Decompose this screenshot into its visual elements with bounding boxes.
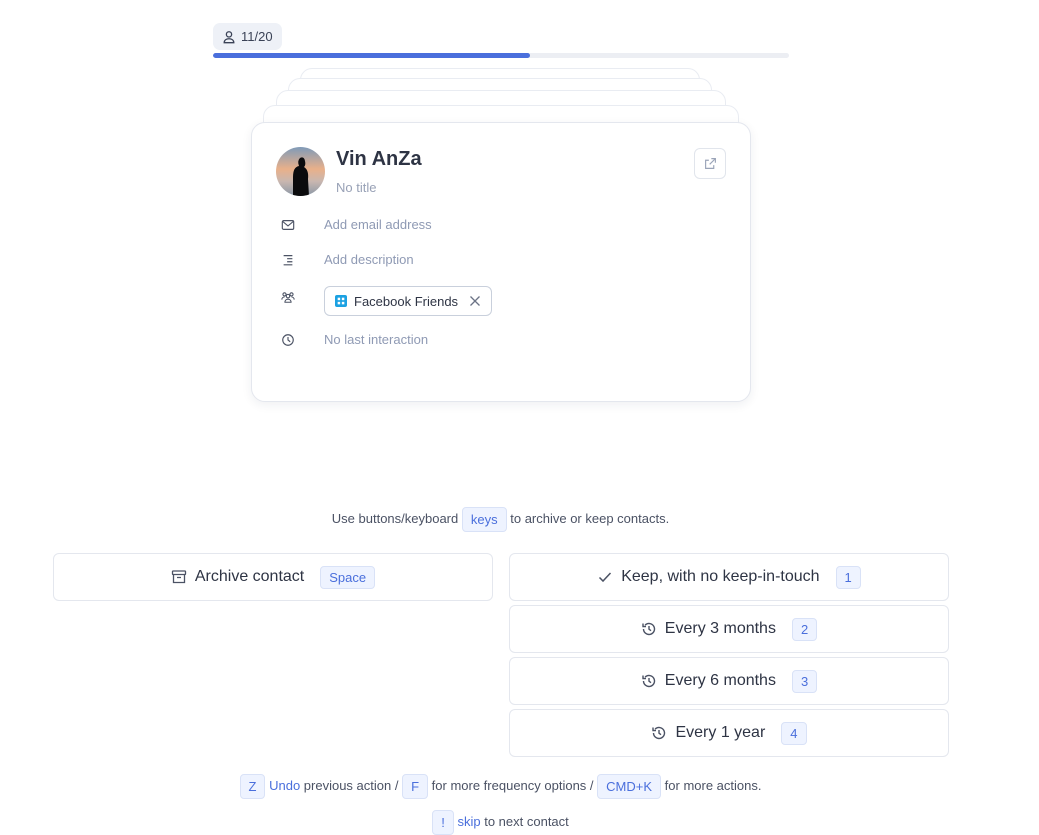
progress-bar-fill bbox=[213, 53, 530, 58]
three-months-key: 2 bbox=[791, 617, 818, 641]
group-tag-label: Facebook Friends bbox=[354, 293, 459, 309]
shortcut-footer: Z Undo previous action / F for more freq… bbox=[0, 774, 1001, 799]
close-icon[interactable] bbox=[469, 295, 481, 307]
hint-text-after: to archive or keep contacts. bbox=[510, 510, 670, 526]
groups-row bbox=[280, 289, 296, 305]
progress-label: 11/20 bbox=[241, 29, 273, 44]
person-icon bbox=[223, 30, 235, 43]
every-3-months-button[interactable]: Every 3 months 2 bbox=[509, 605, 949, 653]
skip-link[interactable]: skip bbox=[457, 814, 480, 829]
archive-icon bbox=[171, 570, 187, 584]
description-row: Add description bbox=[280, 252, 414, 268]
undo-link[interactable]: Undo bbox=[269, 778, 300, 793]
skip-footer: ! skip to next contact bbox=[0, 810, 1001, 835]
history-icon bbox=[652, 726, 666, 740]
every-6-months-button[interactable]: Every 6 months 3 bbox=[509, 657, 949, 705]
progress-bar bbox=[213, 53, 789, 58]
six-months-label: Every 6 months bbox=[664, 672, 776, 689]
keys-badge: keys bbox=[461, 507, 507, 532]
history-icon bbox=[642, 674, 655, 688]
last-interaction-field[interactable]: No last interaction bbox=[324, 332, 428, 347]
command-key: CMD+K bbox=[597, 774, 662, 799]
group-tag[interactable]: Facebook Friends bbox=[324, 286, 493, 316]
history-icon bbox=[642, 622, 655, 636]
keep-key: 1 bbox=[835, 565, 861, 589]
contact-name[interactable]: Vin AnZa bbox=[336, 148, 422, 171]
group-icon bbox=[280, 289, 296, 305]
three-months-label: Every 3 months bbox=[664, 620, 776, 637]
progress-counter: 11/20 bbox=[213, 23, 282, 50]
six-months-key: 3 bbox=[791, 669, 818, 693]
frequency-key: F bbox=[402, 774, 429, 799]
group-tag-icon bbox=[335, 295, 347, 307]
last-interaction-row: No last interaction bbox=[280, 332, 428, 348]
undo-text: previous action / bbox=[303, 777, 399, 793]
contact-card: Vin AnZa No title Add email address Add … bbox=[251, 122, 751, 402]
every-1-year-button[interactable]: Every 1 year 4 bbox=[509, 709, 949, 757]
contact-title[interactable]: No title bbox=[336, 180, 376, 195]
email-field[interactable]: Add email address bbox=[324, 217, 432, 232]
frequency-text: for more frequency options / bbox=[431, 777, 594, 793]
avatar bbox=[276, 147, 325, 196]
check-icon bbox=[599, 572, 612, 583]
skip-text: to next contact bbox=[484, 813, 569, 829]
one-year-label: Every 1 year bbox=[675, 724, 766, 741]
clock-icon bbox=[280, 332, 296, 348]
keep-button[interactable]: Keep, with no keep-in-touch 1 bbox=[509, 553, 949, 601]
align-right-icon bbox=[280, 252, 296, 268]
skip-key: ! bbox=[432, 810, 454, 835]
one-year-key: 4 bbox=[781, 721, 807, 745]
open-contact-button[interactable] bbox=[694, 148, 726, 179]
keyboard-hint: Use buttons/keyboard keys to archive or … bbox=[0, 507, 1001, 532]
hint-text-before: Use buttons/keyboard bbox=[331, 510, 459, 526]
mail-icon bbox=[280, 217, 296, 233]
undo-key: Z bbox=[239, 774, 266, 799]
command-text: for more actions. bbox=[664, 777, 762, 793]
email-row: Add email address bbox=[280, 217, 432, 233]
keep-label: Keep, with no keep-in-touch bbox=[621, 568, 820, 585]
archive-contact-button[interactable]: Archive contact Space bbox=[53, 553, 493, 601]
archive-key: Space bbox=[320, 565, 376, 589]
description-field[interactable]: Add description bbox=[324, 252, 414, 267]
archive-label: Archive contact bbox=[194, 568, 305, 585]
external-link-icon bbox=[704, 158, 716, 169]
